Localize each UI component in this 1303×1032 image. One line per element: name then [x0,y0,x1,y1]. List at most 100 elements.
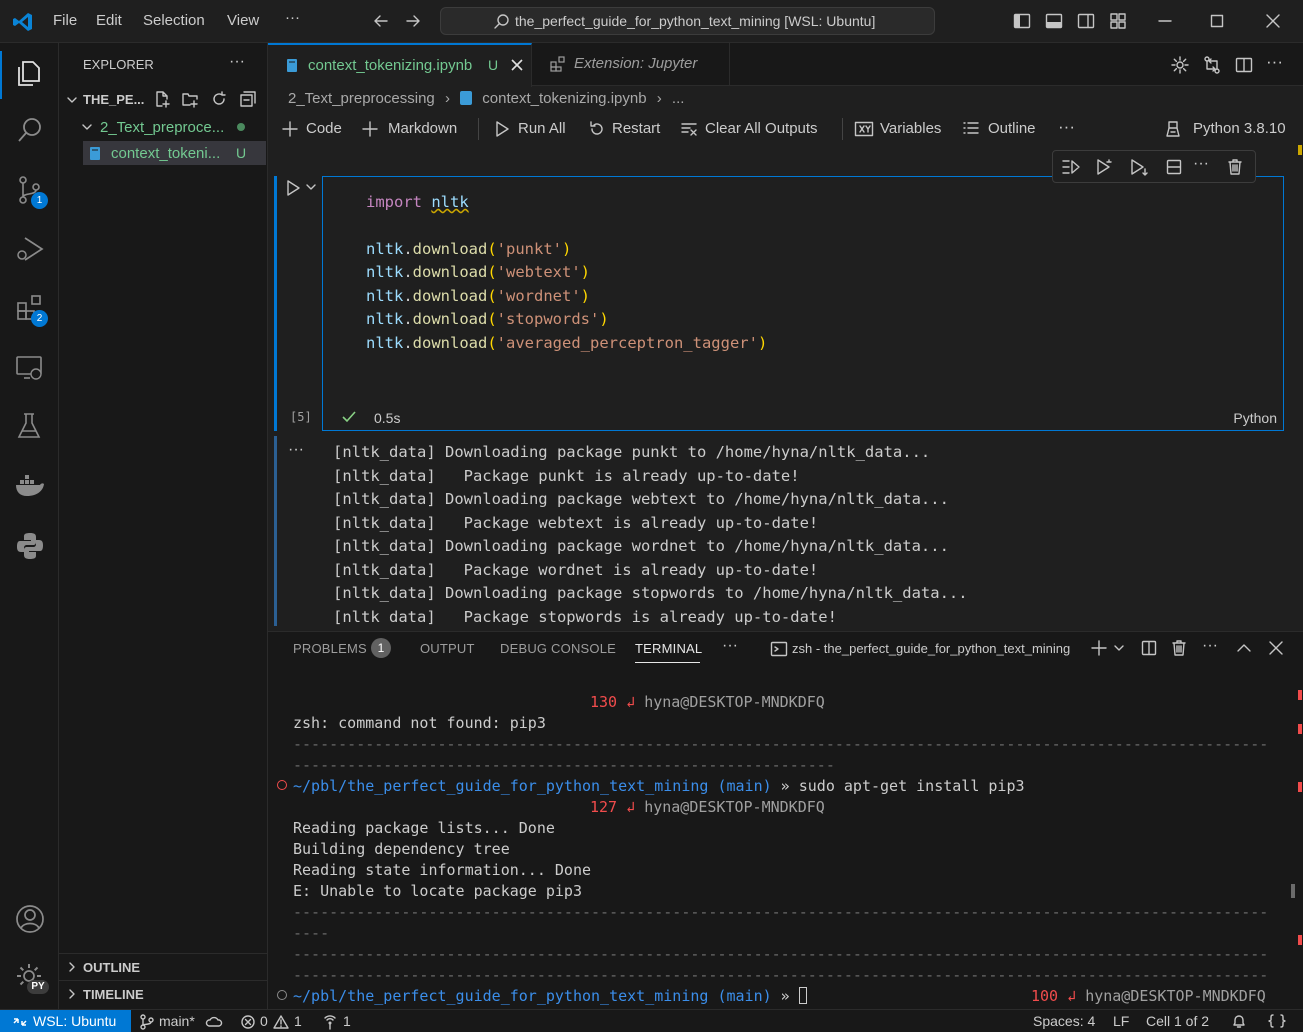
workspace-root[interactable]: THE_PE... [59,88,267,112]
toggle-secondary-sidebar-icon[interactable] [1077,12,1095,30]
command-idle-icon[interactable] [277,990,287,1000]
notifications-bell-icon[interactable] [1231,1013,1247,1029]
cell-language[interactable]: Python [1233,410,1277,426]
tree-file-context-tokenizing[interactable]: context_tokeni... U [83,141,266,165]
outline-section[interactable]: OUTLINE [59,956,267,980]
tab-extension-jupyter[interactable]: Extension: Jupyter [532,43,730,86]
run-debug-icon[interactable] [15,234,45,264]
maximize-icon[interactable] [1208,12,1226,30]
cell-focus-indicator [274,176,277,431]
add-markdown-label: Markdown [388,120,458,137]
tab-label: context_tokenizing.ipynb [308,57,473,74]
maximize-panel-chevron-up-icon[interactable] [1235,639,1253,657]
kill-terminal-trash-icon[interactable] [1170,639,1188,657]
extensions-icon[interactable]: 2 [15,293,48,327]
collapse-all-icon[interactable] [239,90,257,108]
execute-cell-button[interactable] [284,179,302,197]
toolbar-more-button[interactable]: ··· [1058,117,1075,137]
chevron-down-icon[interactable] [305,181,317,193]
tab-output[interactable]: OUTPUT [420,641,475,656]
eol-indicator[interactable]: LF [1113,1013,1129,1029]
prompt-arrow: » [780,777,790,795]
chevron-down-icon[interactable] [1113,642,1125,654]
split-editor-icon[interactable] [1234,55,1254,75]
menu-selection[interactable]: Selection [143,12,205,29]
execute-above-cells-icon[interactable] [1095,158,1115,176]
tab-problems[interactable]: PROBLEMS [293,641,367,656]
back-arrow-icon[interactable] [372,12,390,30]
json-braces-icon[interactable] [1268,1013,1286,1029]
source-control-icon[interactable]: 1 [15,175,48,209]
cell-position-indicator[interactable]: Cell 1 of 2 [1146,1013,1209,1029]
code-cell[interactable]: import nltk nltk.download('punkt') nltk.d… [322,176,1284,431]
menu-file[interactable]: File [53,12,77,29]
execute-below-cells-icon[interactable] [1129,158,1149,176]
run-by-line-icon[interactable] [1061,158,1081,176]
close-tab-icon[interactable] [510,58,524,72]
new-file-icon[interactable] [153,90,171,108]
refresh-icon[interactable] [210,90,228,108]
panel-more-button[interactable]: ··· [722,637,738,655]
close-panel-icon[interactable] [1267,639,1285,657]
prompt-arrow: » [780,987,790,1005]
split-cell-icon[interactable] [1165,158,1183,176]
code-line-download: nltk.download('webtext') [366,263,591,282]
toolbar-separator [478,118,479,140]
remote-explorer-icon[interactable] [15,353,45,383]
terminal-scrollbar[interactable] [1291,884,1295,898]
menu-view[interactable]: View [227,12,259,29]
forward-arrow-icon[interactable] [404,12,422,30]
customize-layout-icon[interactable] [1109,12,1127,30]
python-icon[interactable] [15,531,45,561]
remote-indicator[interactable]: WSL: Ubuntu [0,1010,131,1032]
notebook-settings-gear-icon[interactable] [1170,55,1190,75]
tab-debug-console[interactable]: DEBUG CONSOLE [500,641,616,656]
timeline-section[interactable]: TIMELINE [59,983,267,1007]
indentation-indicator[interactable]: Spaces: 4 [1033,1013,1095,1029]
ports-count: 1 [343,1013,351,1029]
command-failed-icon[interactable] [277,780,287,790]
notebook-file-icon [460,91,473,105]
tab-context-tokenizing[interactable]: context_tokenizing.ipynb U [268,43,532,87]
terminal-content[interactable]: 130 ↲ hyna@DESKTOP-MNDKDFQ zsh: command … [268,672,1288,1008]
breadcrumb-folder[interactable]: 2_Text_preprocessing [288,90,435,107]
output-line: [nltk_data] Package webtext is already u… [333,513,819,532]
editor-more-button[interactable]: ··· [1266,52,1283,72]
minimize-icon[interactable] [1156,12,1174,30]
output-line: [nltk_data] Downloading package webtext … [333,490,949,508]
manage-gear-icon[interactable]: PY [14,961,49,994]
open-changes-icon[interactable] [1202,55,1222,75]
delete-cell-icon[interactable] [1226,158,1244,176]
cell-toolbar: ··· [1052,150,1256,183]
testing-icon[interactable] [15,411,45,441]
return-code: 130 [590,693,618,711]
overview-ruler-marker [1298,782,1302,792]
explorer-more-button[interactable]: ··· [229,53,245,71]
tree-folder-2-text-preprocessing[interactable]: 2_Text_preproce... [59,115,267,139]
menu-more[interactable]: ··· [285,9,300,26]
command-center[interactable]: the_perfect_guide_for_python_text_mining… [440,7,935,35]
sync-cloud-icon[interactable] [205,1014,223,1030]
search-icon[interactable] [15,115,45,145]
tab-terminal[interactable]: TERMINAL [635,641,702,656]
breadcrumb-more[interactable]: ... [672,90,685,107]
code-line-download: nltk.download('punkt') [366,240,572,258]
git-branch-label: main* [159,1013,195,1029]
output-more-button[interactable]: ··· [288,441,304,459]
breadcrumb-file[interactable]: context_tokenizing.ipynb [482,90,646,107]
docker-icon[interactable] [14,473,46,499]
toggle-primary-sidebar-icon[interactable] [1013,12,1031,30]
new-folder-icon[interactable] [181,90,199,108]
menu-edit[interactable]: Edit [96,12,122,29]
split-terminal-icon[interactable] [1140,639,1158,657]
accounts-icon[interactable] [14,903,46,935]
toggle-panel-icon[interactable] [1045,12,1063,30]
kernel-label: Python 3.8.10 [1193,120,1286,137]
return-icon: ↲ [1067,987,1077,1005]
close-window-icon[interactable] [1264,12,1282,30]
cell-more-button[interactable]: ··· [1193,155,1209,173]
bottom-panel: PROBLEMS 1 OUTPUT DEBUG CONSOLE TERMINAL… [268,631,1303,1009]
terminal-more-button[interactable]: ··· [1202,637,1218,655]
new-terminal-plus-icon[interactable] [1090,639,1108,657]
explorer-icon[interactable] [14,58,44,88]
